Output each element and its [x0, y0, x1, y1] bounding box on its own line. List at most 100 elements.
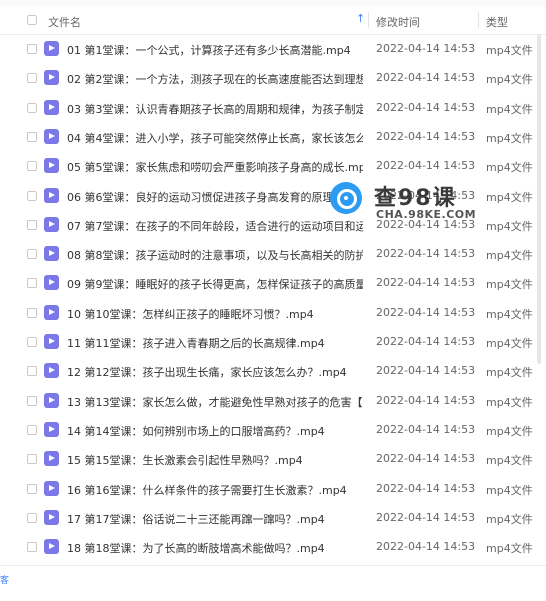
row-checkbox[interactable] — [27, 44, 37, 54]
column-header-name[interactable]: 文件名 — [48, 14, 81, 30]
file-name[interactable]: 02 第2堂课：一个方法，测孩子现在的长高速度能否达到理想身高.mp4 — [67, 71, 363, 87]
file-type: mp4文件 — [486, 278, 533, 292]
video-file-icon — [44, 275, 59, 291]
file-row[interactable]: 03 第3堂课：认识青春期孩子长高的周期和规律，为孩子制定专属长高计划... 20… — [0, 93, 546, 122]
file-row[interactable]: 13 第13堂课：家长怎么做，才能避免性早熟对孩子的危害【更多课程请加... 20… — [0, 386, 546, 415]
file-row[interactable]: 14 第14堂课：如何辨别市场上的口服增高药？.mp4 2022-04-14 14… — [0, 415, 546, 444]
column-divider[interactable] — [368, 12, 369, 28]
video-file-icon — [44, 304, 59, 320]
row-checkbox[interactable] — [27, 542, 37, 553]
file-name[interactable]: 16 第16堂课：什么样条件的孩子需要打生长激素？.mp4 — [67, 482, 363, 498]
row-checkbox[interactable] — [27, 131, 37, 142]
column-header-type[interactable]: 类型 — [486, 14, 508, 30]
file-name[interactable]: 01 第1堂课：一个公式，计算孩子还有多少长高潜能.mp4 — [67, 42, 363, 58]
file-modified-time: 2022-04-14 14:53 — [376, 42, 476, 55]
row-checkbox[interactable] — [27, 512, 37, 523]
file-modified-time: 2022-04-14 14:53 — [376, 364, 476, 378]
row-checkbox[interactable] — [27, 483, 37, 494]
file-row[interactable]: 11 第11堂课：孩子进入青春期之后的长高规律.mp4 2022-04-14 14… — [0, 327, 546, 356]
file-name[interactable]: 13 第13堂课：家长怎么做，才能避免性早熟对孩子的危害【更多课程请加... — [67, 394, 363, 410]
column-header-time[interactable]: 修改时间 — [376, 14, 420, 30]
file-modified-time: 2022-04-14 14:53 — [376, 540, 476, 554]
row-checkbox[interactable] — [27, 190, 37, 201]
file-row[interactable]: 02 第2堂课：一个方法，测孩子现在的长高速度能否达到理想身高.mp4 2022-… — [0, 63, 546, 92]
file-name[interactable]: 07 第7堂课：在孩子的不同年龄段，适合进行的运动项目和运动时间【更多... — [67, 218, 363, 234]
file-name[interactable]: 18 第18堂课：为了长高的断肢增高术能做吗？.mp4 — [67, 540, 363, 556]
file-modified-time: 2022-04-14 14:53 — [376, 247, 476, 261]
row-checkbox[interactable] — [27, 73, 37, 84]
file-name[interactable]: 09 第9堂课：睡眠好的孩子长得更高，怎样保证孩子的高质量睡眠呢？.mp4 — [67, 276, 363, 292]
row-checkbox[interactable] — [27, 249, 37, 260]
file-name[interactable]: 06 第6堂课：良好的运动习惯促进孩子身高发育的原理.mp4 — [67, 189, 363, 205]
file-row[interactable]: 05 第5堂课：家长焦虑和唠叨会严重影响孩子身高的成长.mp4 2022-04-1… — [0, 151, 546, 180]
file-name[interactable]: 15 第15堂课：生长激素会引起性早熟吗？.mp4 — [67, 452, 363, 468]
file-name[interactable]: 04 第4堂课：进入小学，孩子可能突然停止长高，家长该怎么办【更多课程... — [67, 130, 363, 146]
row-checkbox[interactable] — [27, 366, 37, 377]
file-name[interactable]: 10 第10堂课：怎样纠正孩子的睡眠坏习惯？.mp4 — [67, 306, 363, 322]
file-row[interactable]: 01 第1堂课：一个公式，计算孩子还有多少长高潜能.mp4 2022-04-14 … — [0, 34, 546, 63]
file-modified-time: 2022-04-14 14:53 — [376, 422, 476, 436]
file-type: mp4文件 — [486, 307, 533, 321]
file-type: mp4文件 — [486, 249, 533, 263]
video-file-icon — [44, 363, 59, 379]
file-row[interactable]: 12 第12堂课：孩子出现生长痛，家长应该怎么办？.mp4 2022-04-14 … — [0, 356, 546, 385]
file-name[interactable]: 05 第5堂课：家长焦虑和唠叨会严重影响孩子身高的成长.mp4 — [67, 159, 363, 175]
file-type: mp4文件 — [486, 483, 533, 497]
file-type: mp4文件 — [486, 161, 533, 175]
file-row[interactable]: 09 第9堂课：睡眠好的孩子长得更高，怎样保证孩子的高质量睡眠呢？.mp4 202… — [0, 268, 546, 297]
column-divider[interactable] — [478, 12, 479, 28]
video-file-icon — [44, 216, 59, 232]
file-type: mp4文件 — [486, 219, 533, 233]
file-row[interactable]: 17 第17堂课：俗话说二十三还能再蹿一蹿吗？.mp4 2022-04-14 14… — [0, 503, 546, 532]
file-name[interactable]: 08 第8堂课：孩子运动时的注意事项，以及与长高相关的防护措施.mp4 — [67, 247, 363, 263]
file-list-header: 文件名 ↑ 修改时间 类型 — [0, 6, 546, 35]
video-file-icon — [44, 158, 59, 174]
file-row[interactable]: 08 第8堂课：孩子运动时的注意事项，以及与长高相关的防护措施.mp4 2022-… — [0, 239, 546, 268]
video-file-icon — [44, 392, 59, 408]
footer-left-label[interactable]: 客 — [0, 574, 12, 588]
video-file-icon — [44, 246, 59, 262]
file-name[interactable]: 14 第14堂课：如何辨别市场上的口服增高药？.mp4 — [67, 423, 363, 439]
row-checkbox[interactable] — [27, 161, 37, 172]
video-file-icon — [44, 539, 59, 555]
file-row[interactable]: 18 第18堂课：为了长高的断肢增高术能做吗？.mp4 2022-04-14 14… — [0, 532, 546, 561]
row-checkbox[interactable] — [27, 454, 37, 465]
file-type: mp4文件 — [486, 73, 533, 87]
row-checkbox[interactable] — [27, 337, 37, 347]
file-name[interactable]: 11 第11堂课：孩子进入青春期之后的长高规律.mp4 — [67, 335, 363, 351]
file-row[interactable]: 04 第4堂课：进入小学，孩子可能突然停止长高，家长该怎么办【更多课程... 20… — [0, 122, 546, 151]
select-all-checkbox[interactable] — [27, 15, 37, 25]
file-type: mp4文件 — [486, 395, 533, 409]
file-name[interactable]: 03 第3堂课：认识青春期孩子长高的周期和规律，为孩子制定专属长高计划... — [67, 101, 363, 117]
sort-arrow-icon[interactable]: ↑ — [356, 12, 365, 25]
file-modified-time: 2022-04-14 14:53 — [376, 305, 476, 319]
footer-bar: 客 — [0, 565, 546, 601]
file-modified-time: 2022-04-14 14:53 — [376, 276, 476, 290]
file-modified-time: 2022-04-14 14:53 — [376, 481, 476, 495]
row-checkbox[interactable] — [27, 278, 37, 289]
row-checkbox[interactable] — [27, 219, 37, 230]
file-name[interactable]: 12 第12堂课：孩子出现生长痛，家长应该怎么办？.mp4 — [67, 364, 363, 380]
watermark: 查98课 CHA.98KE.COM — [330, 178, 480, 228]
file-row[interactable]: 16 第16堂课：什么样条件的孩子需要打生长激素？.mp4 2022-04-14 … — [0, 474, 546, 503]
file-type: mp4文件 — [486, 44, 533, 57]
watermark-logo-icon — [330, 182, 362, 214]
video-file-icon — [44, 451, 59, 467]
file-row[interactable]: 15 第15堂课：生长激素会引起性早熟吗？.mp4 2022-04-14 14:5… — [0, 444, 546, 473]
row-checkbox[interactable] — [27, 307, 37, 318]
vertical-scrollbar[interactable] — [537, 34, 541, 364]
video-file-icon — [44, 128, 59, 144]
file-modified-time: 2022-04-14 14:53 — [376, 100, 476, 114]
file-row[interactable]: 10 第10堂课：怎样纠正孩子的睡眠坏习惯？.mp4 2022-04-14 14:… — [0, 298, 546, 327]
video-file-icon — [44, 480, 59, 496]
file-type: mp4文件 — [486, 512, 533, 526]
file-modified-time: 2022-04-14 14:53 — [376, 159, 476, 173]
row-checkbox[interactable] — [27, 102, 37, 113]
file-type: mp4文件 — [486, 542, 533, 556]
row-checkbox[interactable] — [27, 424, 37, 435]
file-name[interactable]: 17 第17堂课：俗话说二十三还能再蹿一蹿吗？.mp4 — [67, 511, 363, 527]
video-file-icon — [44, 70, 59, 86]
file-type: mp4文件 — [486, 190, 533, 204]
video-file-icon — [44, 334, 59, 349]
row-checkbox[interactable] — [27, 395, 37, 406]
